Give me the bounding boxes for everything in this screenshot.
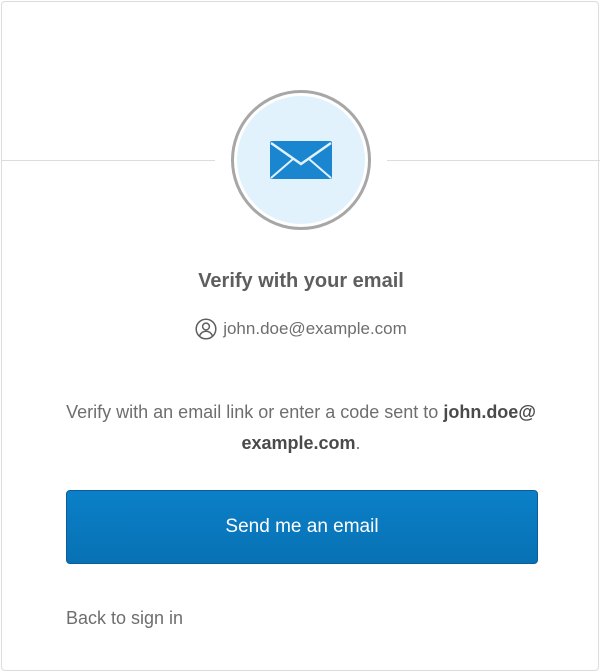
instructions-suffix: . xyxy=(355,433,361,453)
instructions-prefix: Verify with an email link or enter a cod… xyxy=(66,402,444,422)
instructions-text: Verify with an email link or enter a cod… xyxy=(64,397,538,459)
identifier-email: john.doe@example.com xyxy=(223,319,407,338)
email-beacon xyxy=(231,90,371,230)
user-identifier: john.doe@example.com xyxy=(2,318,600,340)
header-divider-right xyxy=(387,160,600,161)
email-envelope-icon xyxy=(270,141,332,179)
user-circle-icon xyxy=(195,318,217,340)
send-email-button[interactable]: Send me an email xyxy=(66,490,538,564)
header-divider-left xyxy=(2,160,215,161)
page-title: Verify with your email xyxy=(198,270,404,292)
back-to-sign-in-link[interactable]: Back to sign in xyxy=(66,608,183,629)
auth-card: Verify with your email john.doe@example.… xyxy=(1,1,600,671)
beacon-inner xyxy=(237,96,365,224)
